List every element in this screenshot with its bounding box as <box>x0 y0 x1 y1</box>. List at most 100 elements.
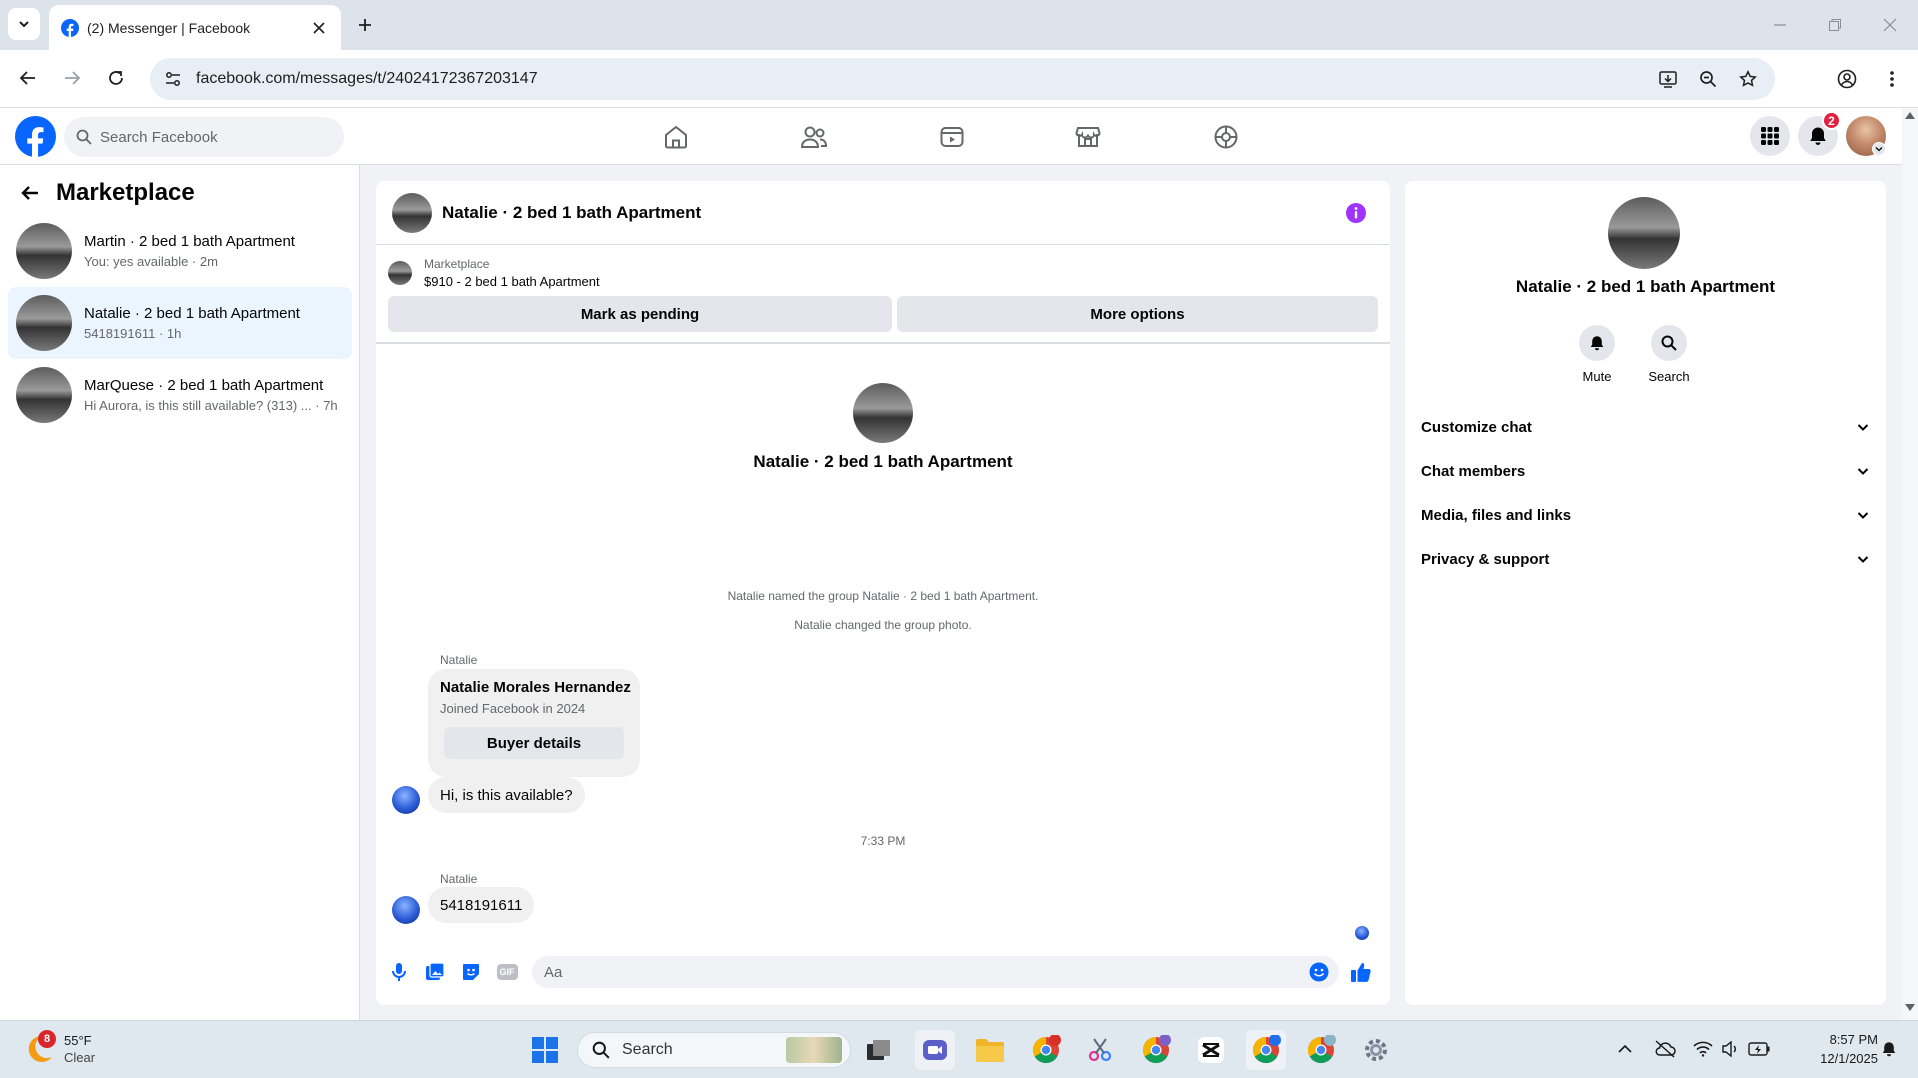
message-input[interactable]: Aa <box>532 956 1339 988</box>
sender-avatar[interactable] <box>392 786 420 814</box>
nav-watch[interactable] <box>912 116 992 158</box>
message-bubble[interactable]: Hi, is this available? <box>428 777 585 813</box>
chat-header-title[interactable]: Natalie · 2 bed 1 bath Apartment <box>442 203 701 223</box>
conversation-details-pane: Natalie · 2 bed 1 bath Apartment Mute Se… <box>1405 181 1886 1005</box>
conversation-item[interactable]: MarQuese · 2 bed 1 bath Apartment Hi Auro… <box>8 359 352 431</box>
facebook-search-box[interactable]: Search Facebook <box>64 117 344 157</box>
window-minimize-button[interactable] <box>1760 10 1800 40</box>
sticker-button[interactable] <box>456 957 486 987</box>
new-tab-button[interactable] <box>350 10 380 40</box>
sender-avatar[interactable] <box>392 896 420 924</box>
gif-button[interactable]: GIF <box>492 957 522 987</box>
scissors-icon <box>1086 1036 1114 1064</box>
window-close-button[interactable] <box>1870 10 1910 40</box>
arrow-left-icon <box>19 69 37 87</box>
listing-info[interactable]: Marketplace $910 - 2 bed 1 bath Apartmen… <box>388 255 600 291</box>
conversation-item[interactable]: Natalie · 2 bed 1 bath Apartment 54181916… <box>8 287 352 359</box>
details-section-3[interactable]: Media, files and links <box>1413 493 1878 537</box>
buyer-details-button[interactable]: Buyer details <box>444 727 624 759</box>
taskbar-search[interactable]: Search <box>577 1032 851 1068</box>
back-arrow-icon[interactable] <box>16 179 44 207</box>
search-action[interactable]: Search <box>1641 325 1697 384</box>
capcut-app[interactable] <box>1191 1030 1231 1070</box>
message-sender-name: Natalie <box>440 653 478 667</box>
address-bar[interactable]: facebook.com/messages/t/2402417236720314… <box>150 58 1775 100</box>
details-section-label: Customize chat <box>1421 418 1532 436</box>
chrome-app-profile-2[interactable] <box>1136 1030 1176 1070</box>
back-button[interactable] <box>12 62 44 94</box>
conversation-preview: Hi Aurora, is this still available? (313… <box>84 398 338 413</box>
file-explorer-app[interactable] <box>970 1030 1010 1070</box>
window-restore-button[interactable] <box>1815 10 1855 40</box>
more-options-button[interactable]: More options <box>897 296 1378 332</box>
nav-friends[interactable] <box>774 116 854 158</box>
details-section-1[interactable]: Customize chat <box>1413 405 1878 449</box>
menu-grid-button[interactable] <box>1750 116 1790 156</box>
chrome-app-profile-4[interactable] <box>1301 1030 1341 1070</box>
friends-icon <box>800 124 828 150</box>
clock[interactable]: 8:57 PM 12/1/2025 <box>1790 1032 1878 1066</box>
send-like-button[interactable] <box>1346 957 1376 987</box>
chrome-icon <box>1141 1035 1171 1065</box>
left-pane-header: Marketplace <box>16 175 195 211</box>
details-section-2[interactable]: Chat members <box>1413 449 1878 493</box>
nav-gaming[interactable] <box>1186 116 1266 158</box>
chevron-down-icon <box>1856 420 1870 434</box>
taskbar-search-label: Search <box>622 1041 673 1058</box>
tab-search-dropdown[interactable] <box>8 8 40 40</box>
volume-status[interactable] <box>1718 1036 1744 1062</box>
task-view-app[interactable] <box>859 1030 899 1070</box>
video-icon <box>939 124 965 150</box>
windows-taskbar: 8 55°F Clear Search 8:57 PM 12/1/2025 <box>0 1020 1918 1078</box>
bookmark-star-icon[interactable] <box>1731 62 1765 96</box>
browser-menu-button[interactable] <box>1876 62 1908 96</box>
restore-icon <box>1828 18 1842 32</box>
chat-header-avatar[interactable] <box>392 192 432 233</box>
group-photo[interactable] <box>853 383 913 443</box>
arrow-right-icon <box>63 69 81 87</box>
reload-button[interactable] <box>100 62 132 94</box>
settings-app[interactable] <box>1356 1030 1396 1070</box>
nav-home[interactable] <box>636 116 716 158</box>
buyer-name: Natalie Morales Hernandez <box>440 679 631 696</box>
account-menu-chevron[interactable] <box>1872 142 1886 156</box>
nav-marketplace[interactable] <box>1048 116 1128 158</box>
browser-tab-active[interactable]: (2) Messenger | Facebook <box>49 5 341 50</box>
conversation-info-icon[interactable] <box>1344 201 1368 225</box>
mute-button[interactable] <box>1579 325 1615 361</box>
attach-photo-button[interactable] <box>420 957 450 987</box>
facebook-logo-icon[interactable] <box>15 116 56 157</box>
mark-as-pending-button[interactable]: Mark as pending <box>388 296 892 332</box>
site-settings-icon[interactable] <box>164 70 182 88</box>
mute-action[interactable]: Mute <box>1569 325 1625 384</box>
forward-button[interactable] <box>56 62 88 94</box>
onedrive-status[interactable] <box>1652 1036 1678 1062</box>
notification-center-button[interactable] <box>1876 1036 1902 1062</box>
chrome-app-profile-3[interactable] <box>1246 1030 1286 1070</box>
scroll-up-icon[interactable] <box>1905 112 1915 119</box>
details-section-4[interactable]: Privacy & support <box>1413 537 1878 581</box>
zoom-icon[interactable] <box>1691 62 1725 96</box>
profile-button[interactable] <box>1830 62 1864 96</box>
snipping-tool-app[interactable] <box>1080 1030 1120 1070</box>
weather-widget[interactable]: 8 55°F Clear <box>22 1029 95 1069</box>
voice-clip-button[interactable] <box>384 957 414 987</box>
wifi-status[interactable] <box>1690 1036 1716 1062</box>
start-button[interactable] <box>525 1030 565 1070</box>
conversation-item[interactable]: Martin · 2 bed 1 bath Apartment You: yes … <box>8 215 352 287</box>
tab-close-icon[interactable] <box>307 16 331 40</box>
group-name: Natalie · 2 bed 1 bath Apartment <box>753 452 1013 471</box>
battery-status[interactable] <box>1746 1036 1772 1062</box>
install-app-icon[interactable] <box>1651 62 1685 96</box>
search-in-conversation-button[interactable] <box>1651 325 1687 361</box>
details-avatar[interactable] <box>1608 197 1680 269</box>
emoji-icon[interactable] <box>1305 958 1333 986</box>
tray-overflow-button[interactable] <box>1612 1036 1638 1062</box>
scroll-down-icon[interactable] <box>1905 1004 1915 1011</box>
chrome-app-profile-1[interactable] <box>1026 1030 1066 1070</box>
page-scrollbar[interactable] <box>1902 108 1918 1020</box>
teams-meet-app[interactable] <box>915 1030 955 1070</box>
buyer-joined: Joined Facebook in 2024 <box>440 701 586 716</box>
folder-icon <box>975 1037 1005 1063</box>
message-bubble[interactable]: 5418191611 <box>428 887 535 923</box>
